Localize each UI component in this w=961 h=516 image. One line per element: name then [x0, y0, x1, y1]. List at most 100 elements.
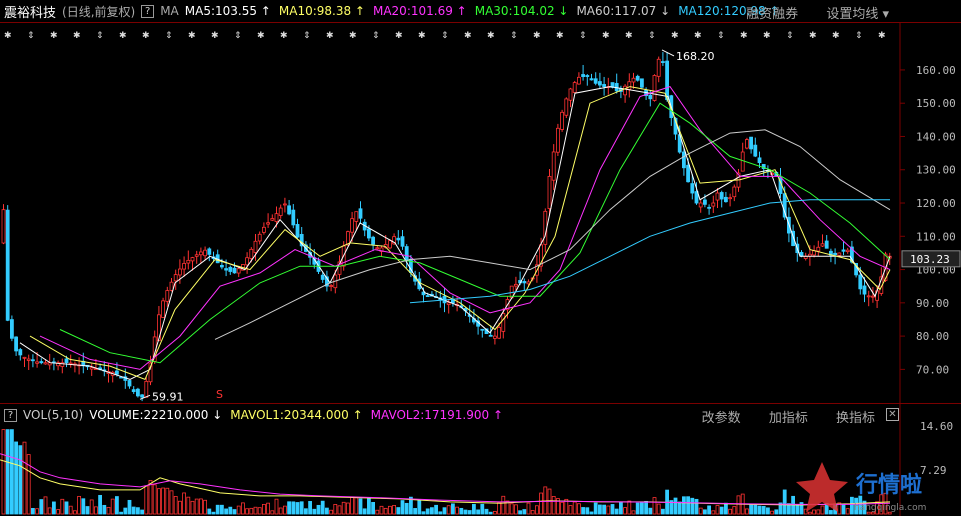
close-icon[interactable]: ✕	[886, 408, 899, 421]
volume-bar	[522, 509, 527, 515]
candle-body	[682, 151, 686, 169]
volume-bar	[291, 501, 296, 515]
help-icon[interactable]: ?	[141, 4, 155, 18]
candle-body	[274, 213, 279, 222]
candle-body	[295, 224, 300, 238]
volume-bar	[795, 504, 800, 515]
ma-value-3: MA30:104.02 ↓	[474, 4, 569, 18]
marker-glyph: ⇕	[165, 31, 173, 41]
volume-bar	[115, 496, 119, 515]
marker-glyph: ⇕	[510, 31, 518, 41]
marker-glyph: ✱	[4, 31, 12, 41]
chart-mode: (日线,前复权)	[62, 4, 136, 19]
marker-glyph: ✱	[119, 31, 127, 41]
volume-bar	[366, 498, 371, 515]
ma-settings-link[interactable]: 设置均线 ▾	[826, 7, 889, 22]
candle-body	[26, 358, 31, 361]
ma-value-4: MA60:117.07 ↓	[576, 4, 671, 18]
volume-bar	[736, 495, 741, 515]
marker-glyph: ✱	[694, 31, 702, 41]
marker-glyph: ✱	[257, 31, 265, 41]
volume-bar	[161, 487, 166, 515]
volume-bar	[215, 504, 220, 515]
candle-body	[400, 236, 405, 247]
volume-bar	[329, 509, 334, 515]
margin-trading-link[interactable]: 融资融券	[746, 7, 798, 22]
volume-bar	[450, 503, 455, 515]
volume-bar	[652, 497, 657, 515]
candle-body	[871, 295, 875, 298]
marker-glyph: ✱	[556, 31, 564, 41]
volume-bar	[123, 507, 128, 515]
candle-body	[249, 248, 254, 259]
volume-bar	[30, 508, 35, 515]
candle-body	[182, 263, 187, 270]
volume-bar	[707, 505, 711, 515]
candle-body	[652, 75, 657, 101]
candle-body	[845, 249, 850, 253]
candle-body	[43, 362, 48, 365]
edit-params-link[interactable]: 改参数	[702, 411, 741, 426]
candle-body	[837, 252, 842, 256]
volume-bar	[64, 501, 69, 515]
kline-chart[interactable]: 70.0080.0090.00100.00110.00120.00130.001…	[0, 0, 961, 516]
candle-body	[753, 144, 758, 157]
candle-body	[404, 246, 409, 261]
candle-body	[501, 313, 506, 332]
volume-bar	[324, 507, 329, 515]
candle-body	[585, 75, 590, 77]
candle-body	[35, 361, 39, 364]
y-tick-label: 110.00	[916, 230, 956, 243]
candle-body	[593, 78, 598, 84]
volume-bar	[274, 498, 279, 515]
volume-bar	[165, 487, 170, 515]
candle-body	[186, 259, 191, 264]
volume-bar	[614, 508, 619, 515]
candle-body	[320, 274, 325, 280]
volume-bar	[261, 504, 266, 515]
volume-bar	[94, 506, 98, 515]
volume-bar	[232, 509, 237, 515]
add-indicator-link[interactable]: 加指标	[769, 411, 808, 426]
vol-help-icon[interactable]: ?	[4, 408, 17, 422]
volume-bar	[182, 492, 187, 515]
volume-bar	[648, 507, 653, 515]
volume-bar	[728, 508, 732, 515]
candle-body	[745, 139, 749, 149]
candle-body	[648, 94, 653, 100]
candle-body	[480, 328, 485, 331]
candle-body	[690, 183, 695, 194]
vol-value-2: MAVOL2:17191.900 ↑	[370, 408, 504, 422]
candle-body	[9, 319, 14, 339]
volume-bar	[417, 500, 422, 515]
stock-name: 震裕科技	[4, 5, 57, 21]
volume-bar	[177, 500, 182, 515]
candle-body	[161, 300, 166, 318]
ma-value-0: MA5:103.55 ↑	[184, 4, 271, 18]
switch-indicator-link[interactable]: 换指标	[836, 411, 875, 426]
volume-bar	[774, 509, 779, 515]
volume-bar	[455, 506, 460, 515]
ma-value-1: MA10:98.38 ↑	[278, 4, 365, 18]
ma-line-ma30	[59, 102, 891, 364]
candle-body	[602, 84, 606, 87]
volume-bar	[270, 510, 275, 515]
volume-bar	[194, 498, 199, 515]
candle-body	[165, 290, 170, 302]
ma-header: 震裕科技 (日线,前复权) ? MA MA5:103.55 ↑ MA10:98.3…	[0, 0, 961, 23]
candle-body	[375, 247, 380, 250]
volume-bar	[560, 501, 564, 515]
candle-body	[1, 209, 6, 244]
candle-body	[177, 268, 182, 276]
marker-glyph: ✱	[50, 31, 58, 41]
candle-body	[833, 252, 837, 256]
volume-bar	[598, 504, 602, 515]
volume-bar	[144, 485, 149, 515]
volume-bar	[383, 507, 388, 515]
volume-bar	[476, 509, 481, 515]
volume-bar	[467, 510, 472, 515]
volume-bar	[413, 508, 418, 515]
candle-body	[350, 218, 355, 233]
volume-bar	[228, 506, 233, 515]
marker-glyph: ✱	[832, 31, 840, 41]
